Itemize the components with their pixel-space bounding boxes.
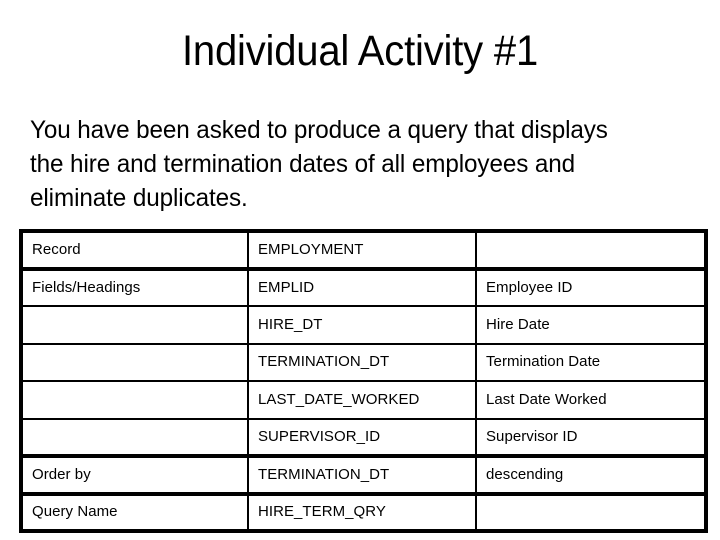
row-label-cell — [21, 381, 249, 420]
row-description-cell: Supervisor ID — [476, 418, 706, 458]
page-title: Individual Activity #1 — [181, 27, 539, 75]
row-field-cell: TERMINATION_DT — [248, 456, 477, 496]
row-description-cell: Employee ID — [476, 268, 706, 307]
row-label-cell — [21, 343, 249, 382]
row-field-cell: SUPERVISOR_ID — [248, 418, 477, 458]
description-line-3: eliminate duplicates. — [30, 184, 248, 212]
row-description-cell — [476, 231, 706, 271]
row-description-cell: Last Date Worked — [476, 381, 706, 420]
table-row: HIRE_DT Hire Date — [21, 306, 706, 345]
row-description-cell: descending — [476, 456, 706, 496]
table-row: Order by TERMINATION_DT descending — [21, 456, 706, 496]
row-field-cell: EMPLID — [248, 268, 477, 307]
table-row: Query Name HIRE_TERM_QRY — [21, 493, 706, 532]
row-field-cell: TERMINATION_DT — [248, 343, 477, 382]
slide-canvas: Individual Activity #1 You have been ask… — [0, 0, 720, 540]
description-line-2: the hire and termination dates of all em… — [30, 150, 576, 178]
row-label-cell: Fields/Headings — [21, 268, 249, 307]
row-field-cell: HIRE_TERM_QRY — [248, 493, 477, 531]
row-label-cell — [21, 306, 249, 345]
table-row: LAST_DATE_WORKED Last Date Worked — [21, 381, 706, 420]
row-field-cell: LAST_DATE_WORKED — [248, 381, 477, 420]
table-row: SUPERVISOR_ID Supervisor ID — [21, 418, 706, 458]
row-label-cell — [21, 418, 249, 458]
row-description-cell: Termination Date — [476, 343, 706, 382]
row-field-cell: HIRE_DT — [248, 306, 477, 345]
row-label-cell: Order by — [21, 456, 249, 496]
query-spec-table: Record EMPLOYMENT Fields/Headings EMPLID… — [19, 229, 708, 533]
row-label-cell: Query Name — [21, 493, 249, 531]
table-row: Fields/Headings EMPLID Employee ID — [21, 268, 706, 307]
activity-description: You have been asked to produce a query t… — [30, 113, 699, 215]
row-field-cell: EMPLOYMENT — [248, 231, 477, 271]
table-row: TERMINATION_DT Termination Date — [21, 343, 706, 382]
description-line-1: You have been asked to produce a query t… — [30, 116, 608, 144]
table-row: Record EMPLOYMENT — [21, 231, 706, 271]
row-description-cell: Hire Date — [476, 306, 706, 345]
row-label-cell: Record — [21, 231, 249, 271]
row-description-cell — [476, 494, 706, 532]
